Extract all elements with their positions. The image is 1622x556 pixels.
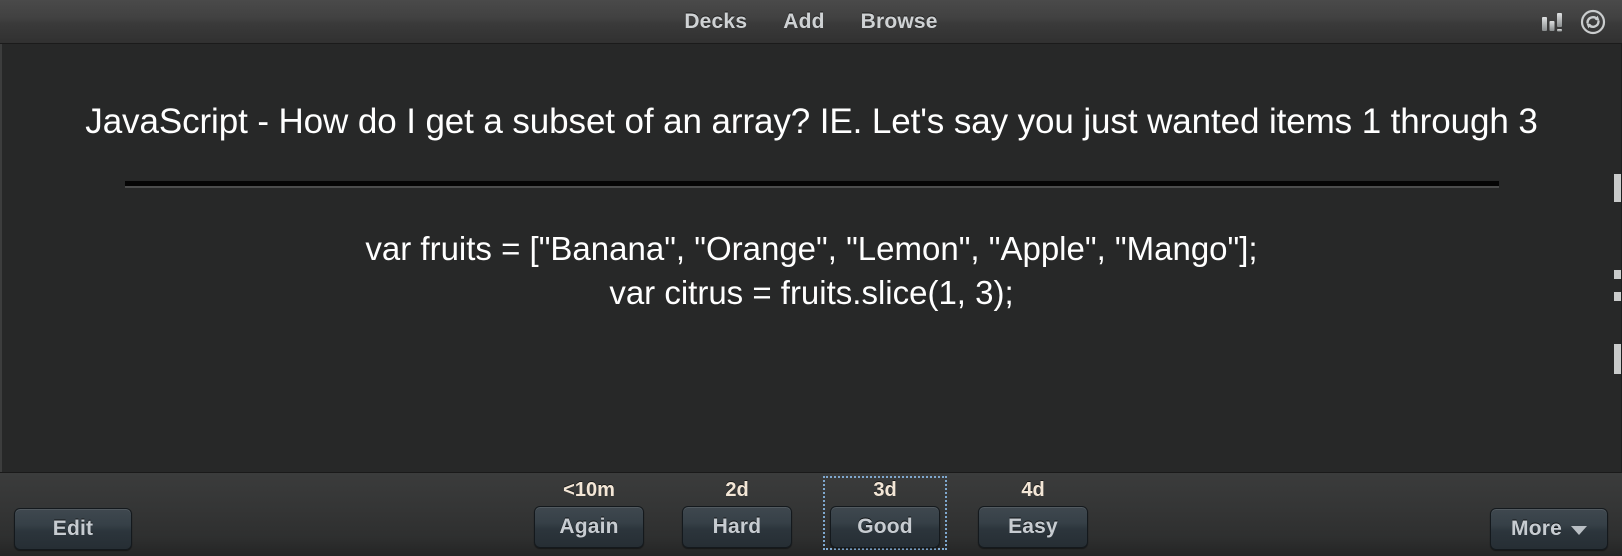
answer-buttons-bar: Edit <10m Again 2d Hard 3d Good 4d Easy More (0, 472, 1622, 556)
more-button-wrapper: More (1490, 508, 1608, 550)
ease-button-label-again: Again (559, 515, 619, 538)
stats-bar-chart-icon[interactable] (1540, 10, 1566, 34)
ease-button-label-good: Good (857, 515, 913, 538)
ease-interval-hard: 2d (725, 479, 749, 501)
ease-button-easy[interactable]: Easy (978, 506, 1088, 548)
nav-links: Decks Add Browse (684, 11, 937, 32)
chevron-down-icon (1570, 526, 1587, 535)
nav-item-add[interactable]: Add (783, 11, 824, 32)
ease-button-label-hard: Hard (712, 515, 762, 538)
ease-button-good[interactable]: Good (830, 506, 940, 548)
ease-column-easy: 4d Easy (971, 476, 1095, 550)
question-answer-divider (124, 180, 1499, 188)
card-answer-line-1: var fruits = ["Banana", "Orange", "Lemon… (365, 229, 1258, 267)
nav-item-decks[interactable]: Decks (684, 11, 747, 32)
card-answer-line-2: var citrus = fruits.slice(1, 3); (609, 274, 1014, 312)
more-button-label: More (1511, 517, 1562, 540)
window-edge-mark (1614, 344, 1621, 374)
card-answer-text: var fruits = ["Banana", "Orange", "Lemon… (64, 227, 1559, 316)
ease-column-good: 3d Good (823, 476, 947, 550)
ease-button-again[interactable]: Again (534, 506, 644, 548)
sync-refresh-icon[interactable] (1580, 9, 1606, 35)
ease-interval-again: <10m (563, 479, 615, 501)
card-display-area: JavaScript - How do I get a subset of an… (0, 44, 1622, 472)
anki-reviewer-window: Decks Add Browse JavaScript - How do I g… (0, 0, 1622, 556)
ease-interval-good: 3d (873, 479, 897, 501)
ease-column-hard: 2d Hard (675, 476, 799, 550)
ease-interval-easy: 4d (1021, 479, 1045, 501)
ease-button-group: <10m Again 2d Hard 3d Good 4d Easy (0, 476, 1622, 550)
ease-button-label-easy: Easy (1008, 515, 1058, 538)
nav-item-browse[interactable]: Browse (861, 11, 938, 32)
top-navigation-bar: Decks Add Browse (0, 0, 1622, 44)
card-question-text: JavaScript - How do I get a subset of an… (85, 102, 1538, 141)
ease-button-hard[interactable]: Hard (682, 506, 792, 548)
card-content: JavaScript - How do I get a subset of an… (2, 44, 1621, 316)
topbar-right-icons (1540, 0, 1606, 44)
ease-column-again: <10m Again (527, 476, 651, 550)
more-button[interactable]: More (1490, 508, 1608, 550)
